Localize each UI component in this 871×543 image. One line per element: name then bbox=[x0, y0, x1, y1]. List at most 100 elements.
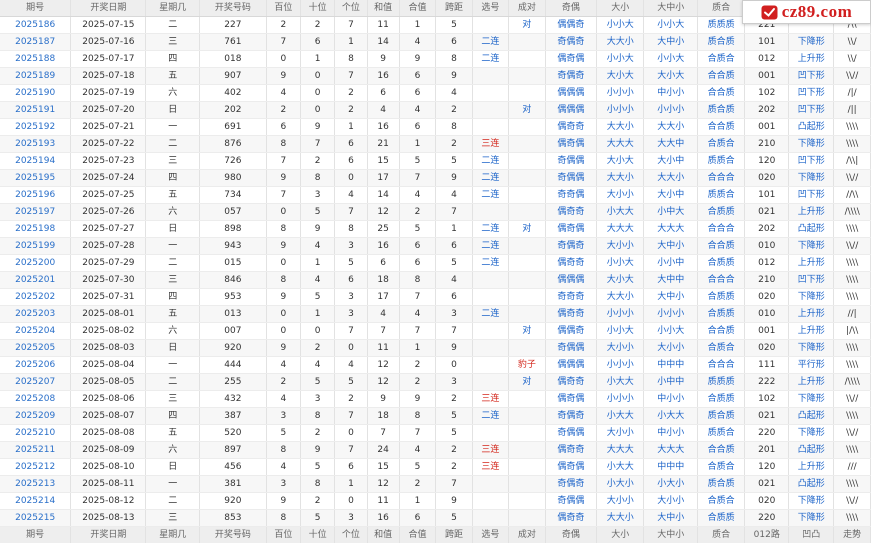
cell-span: 6 bbox=[436, 34, 472, 51]
table-header: 期号开奖日期星期几开奖号码百位十位个位和值合值跨距选号成对奇偶大小大中小质合01… bbox=[0, 0, 871, 17]
cell-issue[interactable]: 2025209 bbox=[0, 408, 71, 425]
cell-road-012: 021 bbox=[745, 476, 789, 493]
cell-prime-composite: 合质质 bbox=[698, 289, 745, 306]
cell-draw-number: 726 bbox=[200, 153, 267, 170]
cell-trend: /\\| bbox=[834, 153, 871, 170]
cell-odd-even: 偶奇奇 bbox=[545, 306, 597, 323]
cell-sum: 16 bbox=[367, 119, 399, 136]
cell-issue[interactable]: 2025207 bbox=[0, 374, 71, 391]
cell-units: 2 bbox=[335, 102, 367, 119]
cell-weekday: 二 bbox=[146, 374, 200, 391]
cell-span: 8 bbox=[436, 51, 472, 68]
cell-issue[interactable]: 2025203 bbox=[0, 306, 71, 323]
cell-road-012: 102 bbox=[745, 85, 789, 102]
cell-issue[interactable]: 2025206 bbox=[0, 357, 71, 374]
cell-tens: 5 bbox=[301, 459, 335, 476]
cell-issue[interactable]: 2025208 bbox=[0, 391, 71, 408]
cell-issue[interactable]: 2025204 bbox=[0, 323, 71, 340]
cell-tens: 1 bbox=[301, 51, 335, 68]
cell-issue[interactable]: 2025205 bbox=[0, 340, 71, 357]
cell-draw-number: 691 bbox=[200, 119, 267, 136]
cell-units: 7 bbox=[335, 323, 367, 340]
cell-issue[interactable]: 2025201 bbox=[0, 272, 71, 289]
cell-issue[interactable]: 2025197 bbox=[0, 204, 71, 221]
cell-issue[interactable]: 2025200 bbox=[0, 255, 71, 272]
cell-issue[interactable]: 2025214 bbox=[0, 493, 71, 510]
cell-draw-date: 2025-07-15 bbox=[71, 17, 146, 34]
cell-span: 9 bbox=[436, 170, 472, 187]
header-col-odd-even: 奇偶 bbox=[545, 0, 597, 17]
cell-sum: 12 bbox=[367, 204, 399, 221]
cell-issue[interactable]: 2025211 bbox=[0, 442, 71, 459]
cell-odd-even: 奇偶奇 bbox=[545, 476, 597, 493]
cell-draw-date: 2025-07-30 bbox=[71, 272, 146, 289]
cell-big-mid-small: 小小小 bbox=[644, 102, 698, 119]
cell-issue[interactable]: 2025192 bbox=[0, 119, 71, 136]
cell-weekday: 二 bbox=[146, 493, 200, 510]
cell-tens: 3 bbox=[301, 187, 335, 204]
cell-pick bbox=[472, 204, 508, 221]
cell-issue[interactable]: 2025198 bbox=[0, 221, 71, 238]
site-watermark[interactable]: cz89.com bbox=[742, 0, 871, 24]
cell-sum-tail: 8 bbox=[399, 272, 435, 289]
cell-issue[interactable]: 2025194 bbox=[0, 153, 71, 170]
cell-issue[interactable]: 2025213 bbox=[0, 476, 71, 493]
cell-odd-even: 奇偶偶 bbox=[545, 153, 597, 170]
cell-tens: 7 bbox=[301, 136, 335, 153]
footer-col-shape: 凹凸 bbox=[789, 527, 834, 543]
cell-hundreds: 2 bbox=[266, 374, 300, 391]
cell-shape: 下降形 bbox=[789, 340, 834, 357]
cell-odd-even: 偶奇奇 bbox=[545, 119, 597, 136]
cell-sum: 7 bbox=[367, 323, 399, 340]
cell-pair: 豹子 bbox=[509, 357, 545, 374]
cell-trend: \\// bbox=[834, 425, 871, 442]
cell-big-small: 大小小 bbox=[597, 238, 644, 255]
cell-big-small: 小大大 bbox=[597, 459, 644, 476]
cell-issue[interactable]: 2025199 bbox=[0, 238, 71, 255]
cell-hundreds: 4 bbox=[266, 357, 300, 374]
cell-weekday: 五 bbox=[146, 68, 200, 85]
cell-issue[interactable]: 2025190 bbox=[0, 85, 71, 102]
table-row: 20251862025-07-15二2272271115对偶偶奇小小大小小大质质… bbox=[0, 17, 871, 34]
footer-col-big-mid-small: 大中小 bbox=[644, 527, 698, 543]
cell-sum: 16 bbox=[367, 68, 399, 85]
cell-sum-tail: 4 bbox=[399, 187, 435, 204]
cell-issue[interactable]: 2025189 bbox=[0, 68, 71, 85]
cell-big-small: 大大小 bbox=[597, 34, 644, 51]
cell-pair bbox=[509, 238, 545, 255]
cell-issue[interactable]: 2025188 bbox=[0, 51, 71, 68]
cell-sum: 18 bbox=[367, 272, 399, 289]
cell-span: 5 bbox=[436, 408, 472, 425]
cell-issue[interactable]: 2025215 bbox=[0, 510, 71, 527]
cell-shape: 上升形 bbox=[789, 51, 834, 68]
cell-issue[interactable]: 2025202 bbox=[0, 289, 71, 306]
cell-issue[interactable]: 2025210 bbox=[0, 425, 71, 442]
table-row: 20252062025-08-04一4444441220豹子偶偶偶小小小中中中合… bbox=[0, 357, 871, 374]
table-row: 20252082025-08-06三432432992三连偶奇偶小小小中小小合质… bbox=[0, 391, 871, 408]
cell-issue[interactable]: 2025191 bbox=[0, 102, 71, 119]
cell-issue[interactable]: 2025186 bbox=[0, 17, 71, 34]
cell-prime-composite: 合质质 bbox=[698, 510, 745, 527]
cell-sum-tail: 9 bbox=[399, 391, 435, 408]
footer-col-road-012: 012路 bbox=[745, 527, 789, 543]
cell-issue[interactable]: 2025187 bbox=[0, 34, 71, 51]
cell-prime-composite: 合质质 bbox=[698, 204, 745, 221]
cell-sum-tail: 4 bbox=[399, 442, 435, 459]
cell-pick: 三连 bbox=[472, 136, 508, 153]
cell-hundreds: 2 bbox=[266, 102, 300, 119]
cell-trend: \\// bbox=[834, 238, 871, 255]
cell-trend: \\// bbox=[834, 170, 871, 187]
cell-draw-number: 007 bbox=[200, 323, 267, 340]
cell-units: 7 bbox=[335, 204, 367, 221]
cell-issue[interactable]: 2025196 bbox=[0, 187, 71, 204]
cell-trend: /\\\\ bbox=[834, 374, 871, 391]
cell-issue[interactable]: 2025212 bbox=[0, 459, 71, 476]
cell-hundreds: 9 bbox=[266, 68, 300, 85]
cell-issue[interactable]: 2025195 bbox=[0, 170, 71, 187]
cell-draw-date: 2025-07-29 bbox=[71, 255, 146, 272]
cell-tens: 9 bbox=[301, 442, 335, 459]
cell-issue[interactable]: 2025193 bbox=[0, 136, 71, 153]
cell-pair bbox=[509, 340, 545, 357]
cell-units: 7 bbox=[335, 442, 367, 459]
cell-big-small: 小大大 bbox=[597, 408, 644, 425]
